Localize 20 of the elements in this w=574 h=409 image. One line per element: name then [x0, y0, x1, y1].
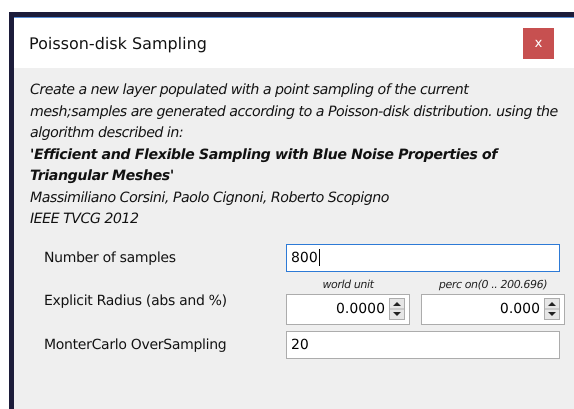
parameter-label: Explicit Radius (abs and %) — [44, 292, 228, 310]
paper-title: 'Efficient and Flexible Sampling with Blue Noise Properties of Triangular Meshes' — [30, 146, 500, 186]
paper-authors: Massimiliano Corsini, Paolo Cignoni, Roberto Scopigno — [30, 188, 390, 208]
filter-description: Create a new layer populated with a point sampling of the current mesh;samples are generated according to a Poisson-disk distribution. using the algorithm described in: — [30, 81, 559, 143]
input-field[interactable]: 800 — [286, 244, 560, 272]
spin-arrows-icon[interactable] — [389, 298, 405, 320]
field-caption: perc on(0 .. 200.696) — [438, 278, 548, 290]
paper-venue: IEEE TVCG 2012 — [30, 210, 140, 229]
field-value: 20 — [291, 336, 309, 352]
parameter-label: Number of samples — [44, 250, 177, 266]
spin-arrows-icon[interactable] — [544, 298, 560, 320]
close-button[interactable]: x — [523, 28, 554, 58]
field-value: 800 — [291, 250, 318, 266]
spin-box[interactable]: 0.000 — [421, 294, 565, 324]
field-caption: world unit — [322, 278, 374, 290]
window-title: Poisson-disk Sampling — [29, 34, 207, 52]
input-field[interactable]: 20 — [286, 330, 560, 358]
spin-box[interactable]: 0.0000 — [286, 294, 410, 324]
text-cursor — [318, 249, 320, 266]
parameter-label: MonterCarlo OverSampling — [44, 336, 228, 352]
